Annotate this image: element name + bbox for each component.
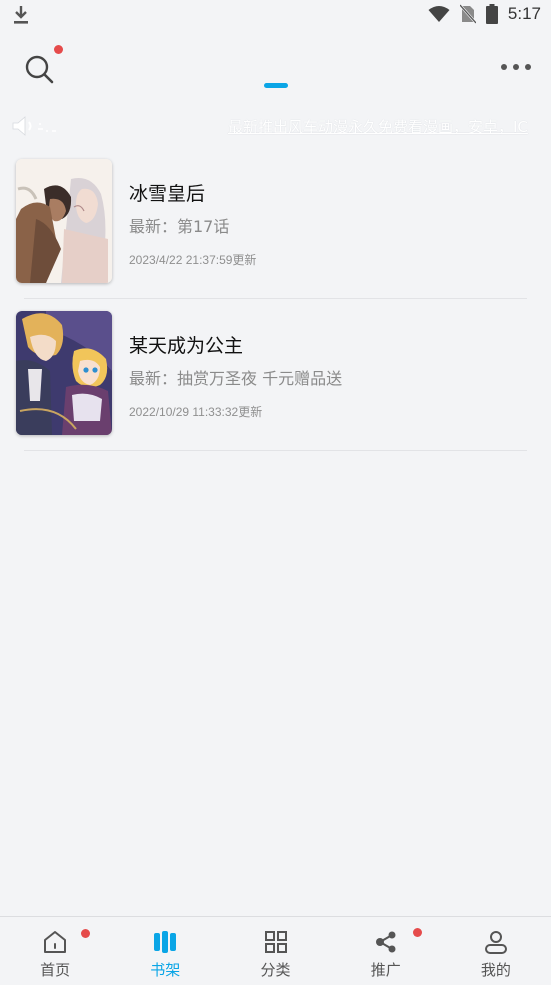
speaker-icon — [12, 116, 56, 136]
bookshelf-list: 冰雪皇后 最新：第17话 2023/4/22 21:37:59更新 某天成为公主… — [0, 155, 551, 459]
search-badge — [54, 45, 63, 54]
bottom-navigation: 首页 书架 分类 推广 我的 — [0, 916, 551, 985]
divider — [24, 298, 527, 299]
nav-label: 书架 — [150, 961, 181, 979]
share-icon — [375, 931, 396, 953]
nav-profile[interactable]: 我的 — [441, 917, 551, 985]
nav-label: 推广 — [370, 961, 401, 979]
latest-chapter: 最新：抽赏万圣夜 千元赠品送 — [129, 369, 343, 388]
nav-label: 我的 — [480, 961, 511, 979]
book-cover — [16, 159, 112, 283]
nav-label: 首页 — [40, 961, 71, 979]
list-item[interactable]: 冰雪皇后 最新：第17话 2023/4/22 21:37:59更新 — [0, 155, 551, 307]
latest-chapter: 最新：第17话 — [129, 217, 230, 236]
clock: 5:17 — [507, 4, 541, 23]
announcement-text: 最新推出风车动漫永久免费看漫画，安卓，IC — [228, 118, 528, 136]
nav-promote[interactable]: 推广 — [331, 917, 441, 985]
no-sim-icon — [459, 4, 476, 24]
battery-icon — [485, 4, 498, 24]
nav-home[interactable]: 首页 — [0, 917, 110, 985]
update-time: 2023/4/22 21:37:59更新 — [129, 253, 257, 267]
search-icon[interactable] — [22, 52, 56, 86]
nav-label: 分类 — [260, 961, 291, 979]
more-options-icon[interactable] — [501, 60, 531, 74]
book-cover — [16, 311, 112, 435]
status-bar: 5:17 — [0, 0, 551, 32]
home-icon — [44, 931, 67, 953]
top-bar — [0, 40, 551, 100]
tab-indicator — [264, 83, 288, 88]
profile-icon — [484, 931, 507, 954]
nav-bookshelf[interactable]: 书架 — [110, 917, 220, 985]
download-icon — [14, 6, 28, 24]
nav-category[interactable]: 分类 — [220, 917, 330, 985]
list-item[interactable]: 某天成为公主 最新：抽赏万圣夜 千元赠品送 2022/10/29 11:33:3… — [0, 307, 551, 459]
update-time: 2022/10/29 11:33:32更新 — [129, 405, 263, 419]
bookshelf-icon — [154, 931, 177, 953]
book-title: 冰雪皇后 — [129, 183, 206, 205]
promote-badge — [413, 928, 422, 937]
announcement-bar[interactable]: 最新推出风车动漫永久免费看漫画，安卓，IC — [0, 112, 551, 140]
divider — [24, 450, 527, 451]
book-title: 某天成为公主 — [129, 335, 244, 357]
home-badge — [81, 929, 90, 938]
wifi-icon — [428, 6, 450, 22]
category-grid-icon — [264, 931, 287, 953]
